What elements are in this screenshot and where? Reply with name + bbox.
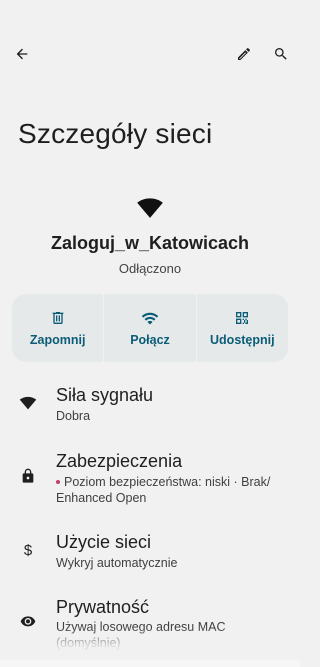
wifi-icon xyxy=(141,309,159,327)
signal-strength-title: Siła sygnału xyxy=(56,385,154,405)
top-app-bar xyxy=(0,36,300,72)
dollar-icon: $ xyxy=(23,541,33,559)
trash-icon xyxy=(49,309,67,327)
network-usage-value: Wykryj automatycznie xyxy=(56,556,178,570)
security-title: Zabezpieczenia xyxy=(56,451,183,471)
navigation-bar-area xyxy=(0,660,300,667)
share-label: Udostępnij xyxy=(210,333,275,347)
forget-button[interactable]: Zapomnij xyxy=(12,294,103,362)
network-actions: Zapomnij Połącz Udostępnij xyxy=(12,294,288,362)
qr-code-icon xyxy=(233,309,251,327)
privacy-title: Prywatność xyxy=(56,597,150,617)
share-button[interactable]: Udostępnij xyxy=(195,294,288,362)
connection-status: Odłączono xyxy=(118,261,182,276)
connect-button[interactable]: Połącz xyxy=(103,294,195,362)
warning-dot xyxy=(56,479,60,484)
list-item-security[interactable]: Zabezpieczenia Poziom bezpieczeństwa: ni… xyxy=(0,446,300,510)
connect-label: Połącz xyxy=(130,333,170,347)
back-button[interactable] xyxy=(8,40,36,68)
page-title: Szczegóły sieci xyxy=(18,118,213,149)
signal-strength-value: Dobra xyxy=(56,409,91,423)
wifi-signal-icon xyxy=(18,393,38,413)
network-usage-title: Użycie sieci xyxy=(56,532,152,552)
network-ssid: Zaloguj_w_Katowicach xyxy=(50,233,250,253)
forget-label: Zapomnij xyxy=(29,333,86,347)
pencil-icon xyxy=(238,47,251,60)
wifi-icon xyxy=(137,198,163,218)
list-item-network-usage[interactable]: $ Użycie sieci Wykryj automatycznie xyxy=(0,528,300,576)
arrow-back-icon xyxy=(16,48,28,60)
security-value: Poziom bezpieczeństwa: niski · Brak/ Enh… xyxy=(56,475,271,505)
list-item-signal-strength[interactable]: Siła sygnału Dobra xyxy=(0,380,300,428)
edit-button[interactable] xyxy=(230,40,258,68)
search-icon xyxy=(275,48,287,60)
lock-icon xyxy=(18,466,38,486)
search-button[interactable] xyxy=(267,40,295,68)
